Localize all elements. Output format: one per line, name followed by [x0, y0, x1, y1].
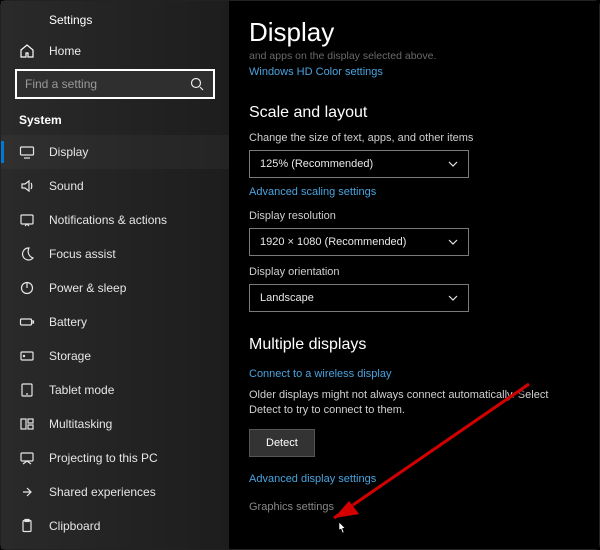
sidebar-item-tablet-mode[interactable]: Tablet mode: [1, 373, 229, 407]
wireless-display-link[interactable]: Connect to a wireless display: [249, 368, 391, 380]
multitasking-icon: [19, 416, 35, 432]
search-input[interactable]: [25, 77, 185, 91]
home-label: Home: [49, 44, 81, 58]
sidebar-item-label: Focus assist: [49, 247, 116, 261]
orientation-value: Landscape: [260, 292, 314, 304]
tablet-icon: [19, 382, 35, 398]
chevron-down-icon: [448, 293, 458, 303]
storage-icon: [19, 348, 35, 364]
advanced-display-link[interactable]: Advanced display settings: [249, 473, 376, 485]
section-label: System: [1, 113, 229, 135]
resolution-dropdown[interactable]: 1920 × 1080 (Recommended): [249, 228, 469, 256]
page-title: Display: [249, 17, 579, 48]
hd-color-link[interactable]: Windows HD Color settings: [249, 66, 383, 78]
sidebar: Settings Home System Display Sound Notif…: [1, 1, 229, 549]
scale-heading: Scale and layout: [249, 104, 579, 122]
resolution-value: 1920 × 1080 (Recommended): [260, 236, 406, 248]
projecting-icon: [19, 450, 35, 466]
battery-icon: [19, 314, 35, 330]
app-title: Settings: [1, 9, 229, 37]
sidebar-nav: Display Sound Notifications & actions Fo…: [1, 135, 229, 543]
detect-button[interactable]: Detect: [249, 429, 315, 457]
sidebar-item-label: Shared experiences: [49, 485, 156, 499]
search-box[interactable]: [15, 69, 215, 99]
sidebar-item-shared-experiences[interactable]: Shared experiences: [1, 475, 229, 509]
sidebar-item-projecting[interactable]: Projecting to this PC: [1, 441, 229, 475]
sidebar-item-clipboard[interactable]: Clipboard: [1, 509, 229, 543]
sidebar-item-display[interactable]: Display: [1, 135, 229, 169]
resolution-label: Display resolution: [249, 210, 579, 222]
sidebar-item-power-sleep[interactable]: Power & sleep: [1, 271, 229, 305]
notifications-icon: [19, 212, 35, 228]
sidebar-item-focus-assist[interactable]: Focus assist: [1, 237, 229, 271]
text-size-label: Change the size of text, apps, and other…: [249, 132, 579, 144]
text-size-dropdown[interactable]: 125% (Recommended): [249, 150, 469, 178]
orientation-dropdown[interactable]: Landscape: [249, 284, 469, 312]
sidebar-item-label: Display: [49, 145, 88, 159]
display-icon: [19, 144, 35, 160]
advanced-scaling-link[interactable]: Advanced scaling settings: [249, 186, 376, 198]
sidebar-item-label: Multitasking: [49, 417, 112, 431]
orientation-label: Display orientation: [249, 266, 579, 278]
sidebar-item-notifications[interactable]: Notifications & actions: [1, 203, 229, 237]
older-displays-text: Older displays might not always connect …: [249, 388, 579, 419]
cursor-icon: [334, 521, 346, 537]
home-icon: [19, 43, 35, 59]
search-icon: [189, 76, 205, 92]
power-icon: [19, 280, 35, 296]
sidebar-item-sound[interactable]: Sound: [1, 169, 229, 203]
sidebar-item-label: Notifications & actions: [49, 213, 167, 227]
sidebar-item-label: Sound: [49, 179, 84, 193]
main-panel: Display and apps on the display selected…: [229, 1, 599, 549]
sidebar-item-multitasking[interactable]: Multitasking: [1, 407, 229, 441]
sidebar-item-label: Battery: [49, 315, 87, 329]
multiple-displays-heading: Multiple displays: [249, 336, 579, 354]
home-nav[interactable]: Home: [1, 37, 229, 69]
clipboard-icon: [19, 518, 35, 534]
chevron-down-icon: [448, 237, 458, 247]
sidebar-item-storage[interactable]: Storage: [1, 339, 229, 373]
sidebar-item-label: Tablet mode: [49, 383, 114, 397]
sidebar-item-label: Storage: [49, 349, 91, 363]
sidebar-item-label: Clipboard: [49, 519, 100, 533]
chevron-down-icon: [448, 159, 458, 169]
moon-icon: [19, 246, 35, 262]
text-size-value: 125% (Recommended): [260, 158, 373, 170]
sidebar-item-label: Power & sleep: [49, 281, 126, 295]
sidebar-item-battery[interactable]: Battery: [1, 305, 229, 339]
sidebar-item-label: Projecting to this PC: [49, 451, 158, 465]
share-icon: [19, 484, 35, 500]
graphics-settings-link[interactable]: Graphics settings: [249, 501, 334, 513]
sound-icon: [19, 178, 35, 194]
cutoff-subtitle: and apps on the display selected above.: [249, 50, 579, 62]
